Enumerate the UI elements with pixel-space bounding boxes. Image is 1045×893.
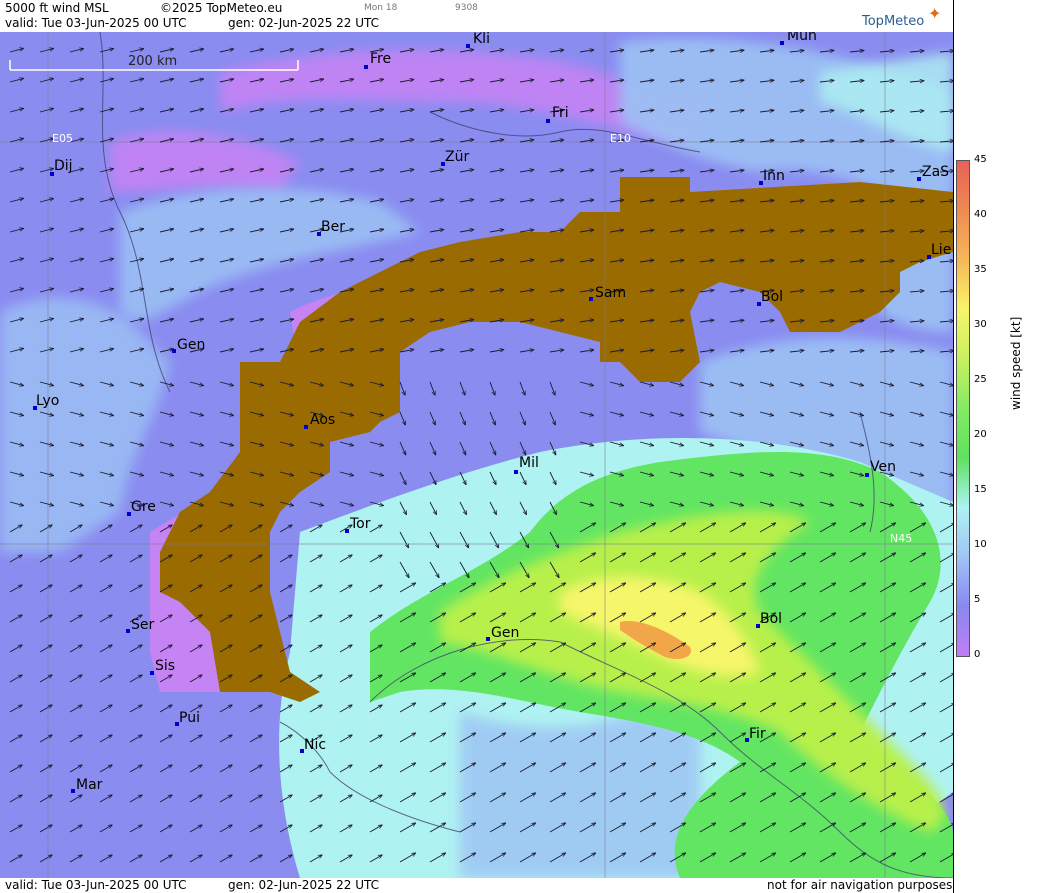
city-label: Tor [349,516,371,532]
city-label: Nic [304,737,326,753]
city-marker[interactable]: Lyo [33,393,59,410]
city-marker[interactable]: Ser [126,617,155,633]
city-dot [466,44,470,48]
city-label: Sis [155,658,175,674]
city-label: Sam [595,285,626,301]
city-dot [486,637,490,641]
city-label: Mun [787,32,817,44]
legend-tick-label: 15 [974,484,987,495]
city-label: Kli [473,32,490,47]
city-marker[interactable]: Zür [441,149,469,166]
city-dot [126,629,130,633]
map-canvas: 200 km E05 E10 N45 Kli Mun Fre Fri Dij Z… [0,32,953,878]
legend-color-bar [956,160,970,657]
city-dot [150,671,154,675]
city-label: Ser [131,617,155,633]
city-label: Inn [763,168,785,184]
city-marker[interactable]: Gen [172,337,205,353]
map-header: 5000 ft wind MSL ©2025 TopMeteo.eu Mon 1… [0,0,953,32]
city-marker[interactable]: Ven [865,459,896,477]
wind-map[interactable]: 200 km E05 E10 N45 Kli Mun Fre Fri Dij Z… [0,32,953,878]
city-marker[interactable]: Gre [127,499,156,516]
legend-tick-label: 40 [974,209,987,220]
legend-title: wind speed [kt] [1009,316,1023,410]
city-label: Mil [519,455,539,471]
city-marker[interactable]: Bol [757,289,783,306]
city-marker[interactable]: Lie [927,242,951,259]
city-label: Bol [760,611,782,627]
city-label: Fri [552,105,569,121]
generation-time: gen: 02-Jun-2025 22 UTC [228,16,380,30]
city-marker[interactable]: Dij [50,158,73,176]
valid-time: valid: Tue 03-Jun-2025 00 UTC [5,16,187,30]
city-marker[interactable]: Fir [745,726,766,742]
field-blue-south [460,712,700,878]
city-dot [345,529,349,533]
city-dot [172,349,176,353]
code-label: 9308 [455,3,478,13]
city-dot [71,789,75,793]
city-label: Mar [76,777,103,793]
city-dot [917,177,921,181]
city-dot [514,470,518,474]
legend-tick-label: 35 [974,264,987,275]
legend-tick-label: 5 [974,594,981,605]
legend-tick-label: 25 [974,374,987,385]
product-title: 5000 ft wind MSL [5,1,109,15]
city-label: Fre [370,51,391,67]
city-marker[interactable]: ZaS [917,164,949,181]
city-marker[interactable]: Bol [756,611,782,628]
city-dot [304,425,308,429]
city-dot [865,473,869,477]
legend-tick-label: 45 [974,154,987,165]
grid-label-e10: E10 [610,132,631,145]
legend-tick-label: 10 [974,539,987,550]
city-marker[interactable]: Gen [486,625,519,641]
city-marker[interactable]: Mar [71,777,103,793]
city-label: Lyo [36,393,59,409]
city-label: Fir [749,726,766,742]
grid-label-n45: N45 [890,532,912,545]
city-marker[interactable]: Nic [300,737,326,753]
color-legend: 45 40 35 30 25 20 15 10 5 0 [953,0,1045,893]
city-label: Lie [931,242,951,258]
city-dot [780,41,784,45]
city-label: Gre [131,499,156,515]
city-dot [589,297,593,301]
city-label: Dij [54,158,73,174]
city-label: Zür [445,149,469,165]
city-marker[interactable]: Ber [317,219,345,236]
grid-label-e05: E05 [52,132,73,145]
city-label: Aos [310,412,335,428]
legend-tick-label: 30 [974,319,987,330]
scale-label: 200 km [128,54,177,69]
city-marker[interactable]: Inn [759,168,785,185]
logo-text: TopMeteo [862,14,925,29]
city-label: Pui [179,710,200,726]
footer-valid-time: valid: Tue 03-Jun-2025 00 UTC [5,878,187,892]
city-label: Gen [491,625,519,641]
topmeteo-logo: TopMeteo ✦ [862,4,941,29]
city-dot [364,65,368,69]
legend-tick-label: 0 [974,649,981,660]
map-footer: valid: Tue 03-Jun-2025 00 UTC gen: 02-Ju… [0,878,953,893]
city-label: Gen [177,337,205,353]
disclaimer: not for air navigation purposes [767,878,953,892]
legend-tick-label: 20 [974,429,987,440]
city-marker[interactable]: Sam [589,285,626,301]
city-marker[interactable]: Pui [175,710,200,726]
footer-generation-time: gen: 02-Jun-2025 22 UTC [228,878,380,892]
city-label: ZaS [922,164,949,180]
copyright: ©2025 TopMeteo.eu [160,1,283,15]
city-dot [546,119,550,123]
city-label: Ven [870,459,896,475]
compass-star-icon: ✦ [928,4,942,23]
city-label: Bol [761,289,783,305]
model-label: Mon 18 [364,3,398,13]
city-label: Ber [321,219,345,235]
